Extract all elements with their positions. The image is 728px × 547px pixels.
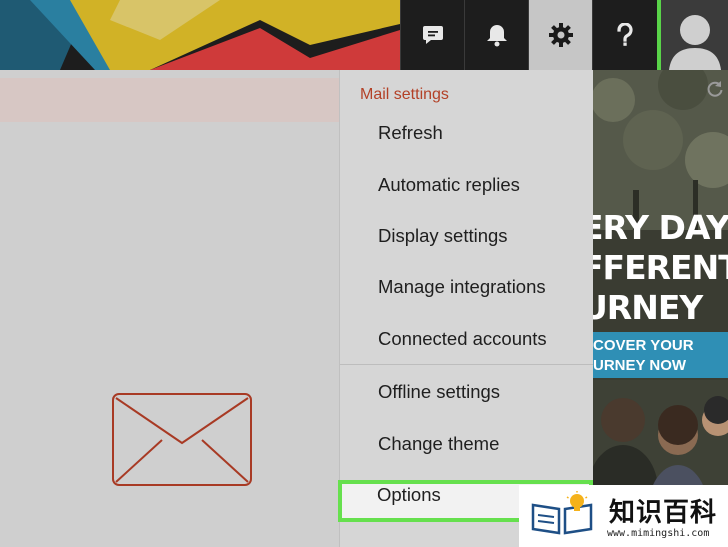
avatar — [668, 15, 721, 70]
ad-headline-line-2: FFERENT — [593, 248, 728, 287]
ad-cta-button[interactable]: COVER YOUR URNEY NOW — [593, 332, 728, 378]
watermark-title: 知识百科 — [609, 498, 718, 528]
header-icons — [400, 0, 656, 70]
account-button[interactable] — [657, 0, 728, 70]
watermark-url: www.mimingshi.com — [607, 528, 710, 539]
ad-headline-line-3: URNEY — [593, 288, 703, 327]
ad-panel[interactable]: ERY DAY A FFERENT URNEY COVER YOUR URNEY… — [593, 70, 728, 547]
book-lightbulb-icon — [531, 491, 593, 535]
top-header — [0, 0, 728, 70]
chat-icon — [422, 26, 443, 44]
help-button[interactable] — [592, 0, 656, 70]
menu-item-manage-integrations[interactable]: Manage integrations — [378, 276, 546, 298]
bell-icon — [486, 25, 507, 47]
menu-item-display-settings[interactable]: Display settings — [378, 225, 508, 247]
menu-header: Mail settings — [360, 86, 449, 103]
refresh-ad-icon[interactable] — [706, 80, 724, 98]
settings-button[interactable] — [528, 0, 592, 70]
ad-headline-line-1: ERY DAY A — [593, 208, 728, 247]
gear-icon — [548, 23, 573, 47]
menu-item-automatic-replies[interactable]: Automatic replies — [378, 174, 520, 196]
watermark: 知识百科 www.mimingshi.com — [519, 485, 728, 547]
menu-item-options[interactable]: Options — [377, 484, 441, 506]
ad-cta-line-1: COVER YOUR — [593, 337, 694, 354]
chat-button[interactable] — [400, 0, 464, 70]
ad-cta-line-2: URNEY NOW — [593, 357, 687, 374]
menu-divider — [340, 364, 593, 365]
header-banner — [0, 0, 400, 70]
menu-item-offline-settings[interactable]: Offline settings — [378, 381, 500, 403]
menu-item-change-theme[interactable]: Change theme — [378, 433, 499, 455]
settings-dropdown: Mail settings Refresh Automatic replies … — [339, 70, 593, 547]
menu-item-refresh[interactable]: Refresh — [378, 122, 443, 144]
notifications-button[interactable] — [464, 0, 528, 70]
envelope-icon — [112, 393, 252, 486]
menu-item-connected-accounts[interactable]: Connected accounts — [378, 328, 547, 350]
help-icon — [616, 23, 633, 46]
